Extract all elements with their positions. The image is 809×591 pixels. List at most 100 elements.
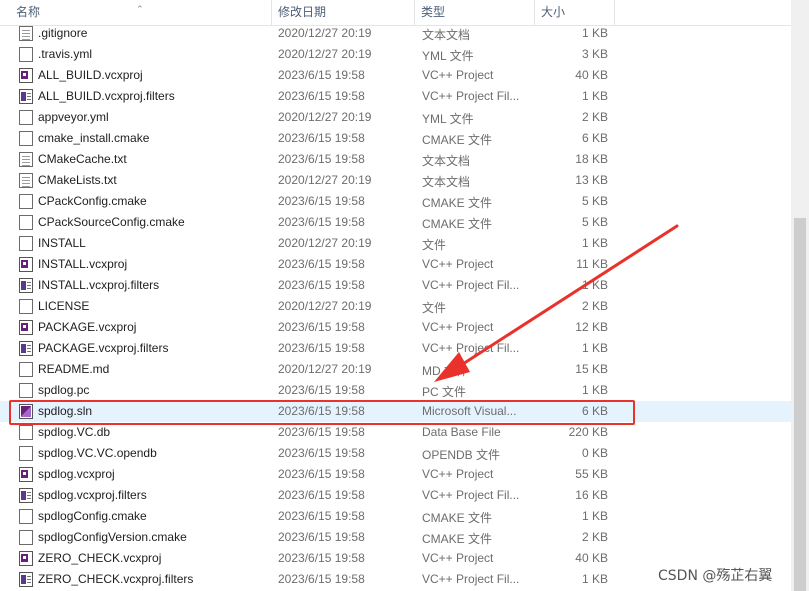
file-type: 文本文档 xyxy=(422,175,471,189)
file-row[interactable]: CPackSourceConfig.cmake 2023/6/15 19:58 CM… xyxy=(0,212,791,233)
file-type: VC++ Project Fil... xyxy=(422,572,520,586)
file-name: LICENSE xyxy=(38,299,90,313)
file-name: ALL_BUILD.vcxproj xyxy=(38,68,143,82)
file-row[interactable]: spdlog.pc 2023/6/15 19:58 PC 文件 1 KB xyxy=(0,380,791,401)
file-name: CPackSourceConfig.cmake xyxy=(38,215,185,229)
file-size: 13 KB xyxy=(575,173,608,187)
file-row[interactable]: INSTALL 2020/12/27 20:19 文件 1 KB xyxy=(0,233,791,254)
file-size: 6 KB xyxy=(581,131,608,145)
file-type: VC++ Project xyxy=(422,68,494,82)
column-header-size-label: 大小 xyxy=(541,5,566,19)
file-row[interactable]: spdlogConfig.cmake 2023/6/15 19:58 CMAKE 文… xyxy=(0,506,791,527)
file-row[interactable]: ALL_BUILD.vcxproj 2023/6/15 19:58 VC++ Pro… xyxy=(0,65,791,86)
file-modified-date: 2023/6/15 19:58 xyxy=(278,215,365,229)
file-row[interactable]: spdlogConfigVersion.cmake 2023/6/15 19:58… xyxy=(0,527,791,548)
file-size: 40 KB xyxy=(575,551,608,565)
file-type: PC 文件 xyxy=(422,385,467,399)
file-size: 18 KB xyxy=(575,152,608,166)
file-row[interactable]: spdlog.sln 2023/6/15 19:58 Microsoft Visua… xyxy=(0,401,791,422)
filters-icon xyxy=(19,488,33,503)
file-size: 6 KB xyxy=(581,404,608,418)
file-size: 1 KB xyxy=(581,383,608,397)
file-modified-date: 2023/6/15 19:58 xyxy=(278,194,365,208)
file-size: 220 KB xyxy=(568,425,608,439)
file-name: .travis.yml xyxy=(38,47,92,61)
file-type: CMAKE 文件 xyxy=(422,217,493,231)
file-type: CMAKE 文件 xyxy=(422,133,493,147)
file-modified-date: 2020/12/27 20:19 xyxy=(278,362,372,376)
file-type: OPENDB 文件 xyxy=(422,448,501,462)
file-row[interactable]: spdlog.vcxproj 2023/6/15 19:58 VC++ Projec… xyxy=(0,464,791,485)
file-type: VC++ Project xyxy=(422,551,494,565)
file-row[interactable]: appveyor.yml 2020/12/27 20:19 YML 文件 2 KB xyxy=(0,107,791,128)
sort-ascending-icon: ⌃ xyxy=(136,4,144,14)
file-size: 1 KB xyxy=(581,236,608,250)
file-size: 0 KB xyxy=(581,446,608,460)
file-size: 2 KB xyxy=(581,299,608,313)
file-type: CMAKE 文件 xyxy=(422,511,493,525)
file-row[interactable]: PACKAGE.vcxproj.filters 2023/6/15 19:58 VC… xyxy=(0,338,791,359)
file-modified-date: 2023/6/15 19:58 xyxy=(278,467,365,481)
file-row[interactable]: spdlog.VC.db 2023/6/15 19:58 Data Base Fil… xyxy=(0,422,791,443)
file-name: INSTALL xyxy=(38,236,86,250)
blank-file-icon xyxy=(19,194,33,209)
file-row[interactable]: cmake_install.cmake 2023/6/15 19:58 CMAKE … xyxy=(0,128,791,149)
file-modified-date: 2020/12/27 20:19 xyxy=(278,299,372,313)
file-row[interactable]: .gitignore 2020/12/27 20:19 文本文档 1 KB xyxy=(0,23,791,44)
file-modified-date: 2023/6/15 19:58 xyxy=(278,509,365,523)
file-modified-date: 2020/12/27 20:19 xyxy=(278,47,372,61)
file-row[interactable]: INSTALL.vcxproj 2023/6/15 19:58 VC++ Proje… xyxy=(0,254,791,275)
file-size: 2 KB xyxy=(581,110,608,124)
file-row[interactable]: spdlog.vcxproj.filters 2023/6/15 19:58 VC+… xyxy=(0,485,791,506)
file-row[interactable]: ALL_BUILD.vcxproj.filters 2023/6/15 19:58… xyxy=(0,86,791,107)
blank-file-icon xyxy=(19,299,33,314)
file-modified-date: 2023/6/15 19:58 xyxy=(278,341,365,355)
file-name: cmake_install.cmake xyxy=(38,131,150,145)
file-size: 1 KB xyxy=(581,341,608,355)
filters-icon xyxy=(19,89,33,104)
file-type: 文本文档 xyxy=(422,154,471,168)
file-type: CMAKE 文件 xyxy=(422,196,493,210)
file-explorer: ⌃ 名称 修改日期 类型 大小 .gitignore 2020/12/27 20:… xyxy=(0,0,809,591)
file-name: spdlog.sln xyxy=(38,404,93,418)
file-name: spdlogConfig.cmake xyxy=(38,509,147,523)
file-size: 16 KB xyxy=(575,488,608,502)
file-type: Microsoft Visual... xyxy=(422,404,517,418)
file-modified-date: 2023/6/15 19:58 xyxy=(278,551,365,565)
file-modified-date: 2023/6/15 19:58 xyxy=(278,488,365,502)
file-row[interactable]: CPackConfig.cmake 2023/6/15 19:58 CMAKE 文件… xyxy=(0,191,791,212)
file-name: ZERO_CHECK.vcxproj.filters xyxy=(38,572,194,586)
text-file-icon xyxy=(19,173,33,188)
file-row[interactable]: CMakeCache.txt 2023/6/15 19:58 文本文档 18 KB xyxy=(0,149,791,170)
file-modified-date: 2023/6/15 19:58 xyxy=(278,68,365,82)
file-size: 12 KB xyxy=(575,320,608,334)
blank-file-icon xyxy=(19,509,33,524)
file-name: INSTALL.vcxproj.filters xyxy=(38,278,160,292)
file-row[interactable]: .travis.yml 2020/12/27 20:19 YML 文件 3 KB xyxy=(0,44,791,65)
file-row[interactable]: README.md 2020/12/27 20:19 MD 文件 15 KB xyxy=(0,359,791,380)
file-modified-date: 2023/6/15 19:58 xyxy=(278,425,365,439)
vertical-scrollbar[interactable] xyxy=(791,0,809,591)
file-row[interactable]: PACKAGE.vcxproj 2023/6/15 19:58 VC++ Proje… xyxy=(0,317,791,338)
blank-file-icon xyxy=(19,110,33,125)
blank-file-icon xyxy=(19,446,33,461)
file-name: PACKAGE.vcxproj.filters xyxy=(38,341,169,355)
file-size: 2 KB xyxy=(581,530,608,544)
blank-file-icon xyxy=(19,236,33,251)
file-row[interactable]: CMakeLists.txt 2020/12/27 20:19 文本文档 13 KB xyxy=(0,170,791,191)
file-name: spdlog.pc xyxy=(38,383,90,397)
file-modified-date: 2023/6/15 19:58 xyxy=(278,446,365,460)
scrollbar-thumb[interactable] xyxy=(794,218,806,591)
blank-file-icon xyxy=(19,383,33,398)
file-row[interactable]: LICENSE 2020/12/27 20:19 文件 2 KB xyxy=(0,296,791,317)
column-header-type-label: 类型 xyxy=(421,5,446,19)
file-row[interactable]: INSTALL.vcxproj.filters 2023/6/15 19:58 VC… xyxy=(0,275,791,296)
file-type: YML 文件 xyxy=(422,112,474,126)
vcxproj-icon xyxy=(19,467,33,482)
blank-file-icon xyxy=(19,47,33,62)
file-name: appveyor.yml xyxy=(38,110,109,124)
vcxproj-icon xyxy=(19,257,33,272)
blank-file-icon xyxy=(19,425,33,440)
file-type: VC++ Project Fil... xyxy=(422,488,520,502)
file-row[interactable]: spdlog.VC.VC.opendb 2023/6/15 19:58 OPENDB… xyxy=(0,443,791,464)
